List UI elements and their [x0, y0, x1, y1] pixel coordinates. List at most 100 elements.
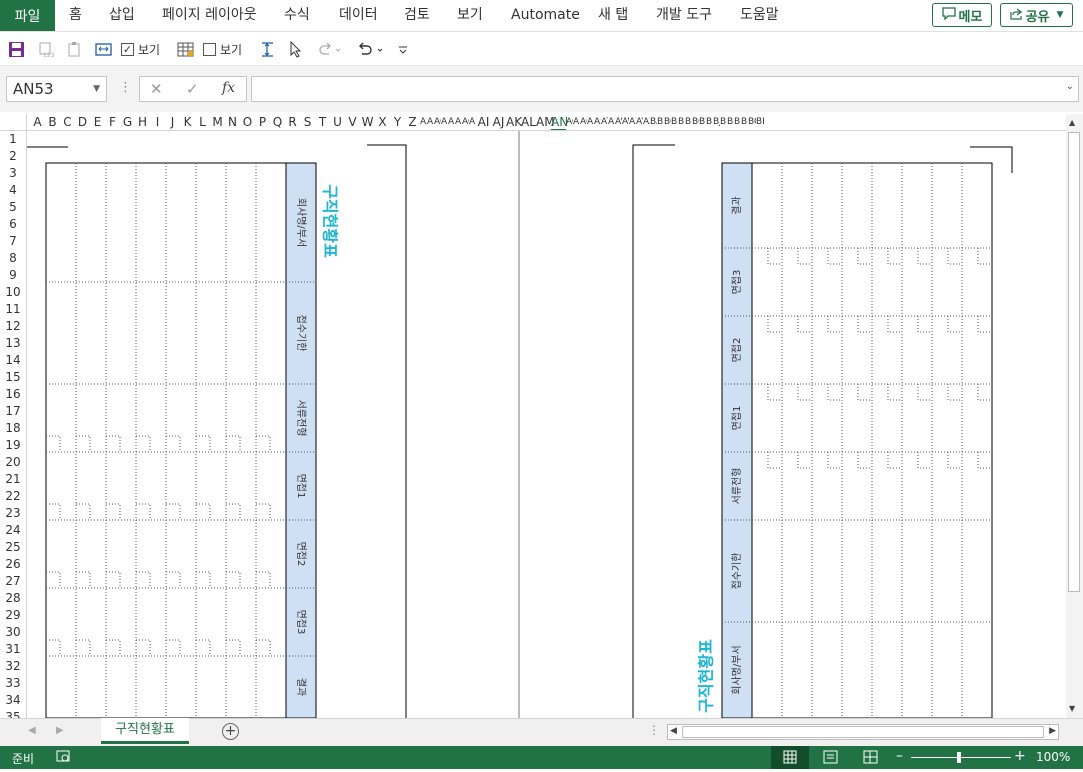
tab-data[interactable]: 데이터	[339, 0, 378, 31]
tab-home[interactable]: 홈	[69, 0, 82, 31]
zoom-slider[interactable]	[911, 757, 1011, 758]
column-header-n[interactable]: N	[225, 114, 240, 130]
column-header-o[interactable]: O	[240, 114, 255, 130]
tab-formulas[interactable]: 수식	[284, 0, 310, 31]
table-grid-icon[interactable]	[177, 40, 195, 58]
row-header-15[interactable]: 15	[0, 369, 26, 386]
column-header-y[interactable]: Y	[390, 114, 405, 130]
column-header-aw[interactable]: AW	[622, 114, 629, 130]
column-header-a[interactable]: A	[30, 114, 45, 130]
row-header-32[interactable]: 32	[0, 658, 26, 675]
tab-help[interactable]: 도움말	[740, 0, 779, 31]
column-header-z[interactable]: Z	[405, 114, 420, 130]
column-header-m[interactable]: M	[210, 114, 225, 130]
worksheet-grid[interactable]: 회사명/부서 접수기한 서류전형 면접1 면접2 면접3 결과 구직현황표 결과 면접3 면접2 면접…	[27, 131, 1066, 718]
column-header-at[interactable]: AT	[601, 114, 608, 130]
column-header-aq[interactable]: AQ	[580, 114, 587, 130]
tab-developer[interactable]: 개발 도구	[656, 0, 712, 31]
column-header-as[interactable]: AS	[594, 114, 601, 130]
column-header-x[interactable]: X	[375, 114, 390, 130]
expand-formula-icon[interactable]: ⌄	[1066, 81, 1074, 92]
name-box[interactable]: AN53 ▼	[6, 76, 107, 102]
column-header-bc[interactable]: BC	[664, 114, 671, 130]
row-header-12[interactable]: 12	[0, 318, 26, 335]
scroll-up-arrow-icon[interactable]: ▲	[1069, 118, 1075, 127]
column-header-ah[interactable]: AH	[469, 114, 476, 130]
row-header-29[interactable]: 29	[0, 607, 26, 624]
chevron-down-icon[interactable]: ▼	[93, 77, 100, 101]
row-header-14[interactable]: 14	[0, 352, 26, 369]
column-header-l[interactable]: L	[195, 114, 210, 130]
number-format-icon[interactable]: 123	[38, 40, 55, 58]
row-header-21[interactable]: 21	[0, 471, 26, 488]
share-button[interactable]: 공유 ▼	[1000, 3, 1073, 27]
row-header-16[interactable]: 16	[0, 386, 26, 403]
tab-new[interactable]: 새 탭	[598, 0, 628, 31]
fit-page-icon[interactable]	[95, 40, 112, 58]
zoom-level[interactable]: 100%	[1036, 750, 1070, 764]
column-header-bi[interactable]: BI	[706, 114, 713, 130]
column-header-p[interactable]: P	[255, 114, 270, 130]
column-header-be[interactable]: BE	[678, 114, 685, 130]
column-header-k[interactable]: K	[180, 114, 195, 130]
add-sheet-button[interactable]: +	[222, 723, 239, 740]
column-header-u[interactable]: U	[330, 114, 345, 130]
save-icon[interactable]	[8, 40, 25, 58]
zoom-slider-thumb[interactable]	[957, 752, 961, 763]
row-header-31[interactable]: 31	[0, 641, 26, 658]
column-header-ai[interactable]: AI	[476, 114, 491, 130]
column-header-ab[interactable]: AB	[427, 114, 434, 130]
column-header-ae[interactable]: AE	[448, 114, 455, 130]
row-header-17[interactable]: 17	[0, 403, 26, 420]
row-header-22[interactable]: 22	[0, 488, 26, 505]
tab-automate[interactable]: Automate	[511, 0, 580, 31]
row-header-23[interactable]: 23	[0, 505, 26, 522]
row-header-4[interactable]: 4	[0, 182, 26, 199]
column-header-w[interactable]: W	[360, 114, 375, 130]
row-header-8[interactable]: 8	[0, 250, 26, 267]
column-header-bh[interactable]: BH	[699, 114, 706, 130]
cancel-icon[interactable]: ✕	[150, 80, 163, 98]
column-header-i[interactable]: I	[150, 114, 165, 130]
row-header-13[interactable]: 13	[0, 335, 26, 352]
column-header-ac[interactable]: AC	[434, 114, 441, 130]
scroll-left-arrow-icon[interactable]: ◀	[670, 726, 677, 736]
row-header-33[interactable]: 33	[0, 675, 26, 692]
select-all-corner[interactable]	[0, 114, 27, 130]
scroll-right-arrow-icon[interactable]: ▶	[1049, 726, 1056, 736]
column-header-ba[interactable]: BA	[650, 114, 657, 130]
column-header-s[interactable]: S	[300, 114, 315, 130]
sheet-tab-active[interactable]: 구직현황표	[101, 718, 189, 744]
column-header-bj[interactable]: BJ	[713, 114, 720, 130]
normal-view-button[interactable]	[771, 746, 809, 769]
column-header-bg[interactable]: BG	[692, 114, 699, 130]
column-header-q[interactable]: Q	[270, 114, 285, 130]
column-header-am[interactable]: AM	[536, 114, 555, 130]
prev-sheet-icon[interactable]: ◀	[28, 725, 36, 736]
column-header-ag[interactable]: AG	[462, 114, 469, 130]
undo-icon[interactable]	[356, 40, 386, 58]
column-header-bn[interactable]: BN	[741, 114, 748, 130]
column-header-r[interactable]: R	[285, 114, 300, 130]
memo-button[interactable]: 메모	[932, 3, 992, 27]
row-height-icon[interactable]	[259, 40, 276, 58]
column-header-bm[interactable]: BM	[734, 114, 741, 130]
row-header-2[interactable]: 2	[0, 148, 26, 165]
redo-icon[interactable]	[317, 40, 341, 58]
column-header-bp[interactable]: BP	[756, 114, 764, 130]
scroll-down-arrow-icon[interactable]: ▼	[1069, 704, 1075, 713]
column-header-bd[interactable]: BD	[671, 114, 678, 130]
column-header-ap[interactable]: AP	[573, 114, 580, 130]
column-header-ar[interactable]: AR	[587, 114, 594, 130]
tab-page-layout[interactable]: 페이지 레이아웃	[162, 0, 257, 31]
column-header-bk[interactable]: BK	[720, 114, 727, 130]
next-sheet-icon[interactable]: ▶	[56, 725, 64, 736]
column-header-bf[interactable]: BF	[685, 114, 692, 130]
tab-view[interactable]: 보기	[457, 0, 483, 31]
row-header-20[interactable]: 20	[0, 454, 26, 471]
more-options-icon[interactable]: ⋮	[119, 80, 132, 95]
tab-file[interactable]: 파일	[0, 0, 55, 31]
column-header-af[interactable]: AF	[455, 114, 462, 130]
gridlines-view-checkbox[interactable]: ✓ 보기	[121, 40, 160, 58]
column-header-ad[interactable]: AD	[441, 114, 448, 130]
